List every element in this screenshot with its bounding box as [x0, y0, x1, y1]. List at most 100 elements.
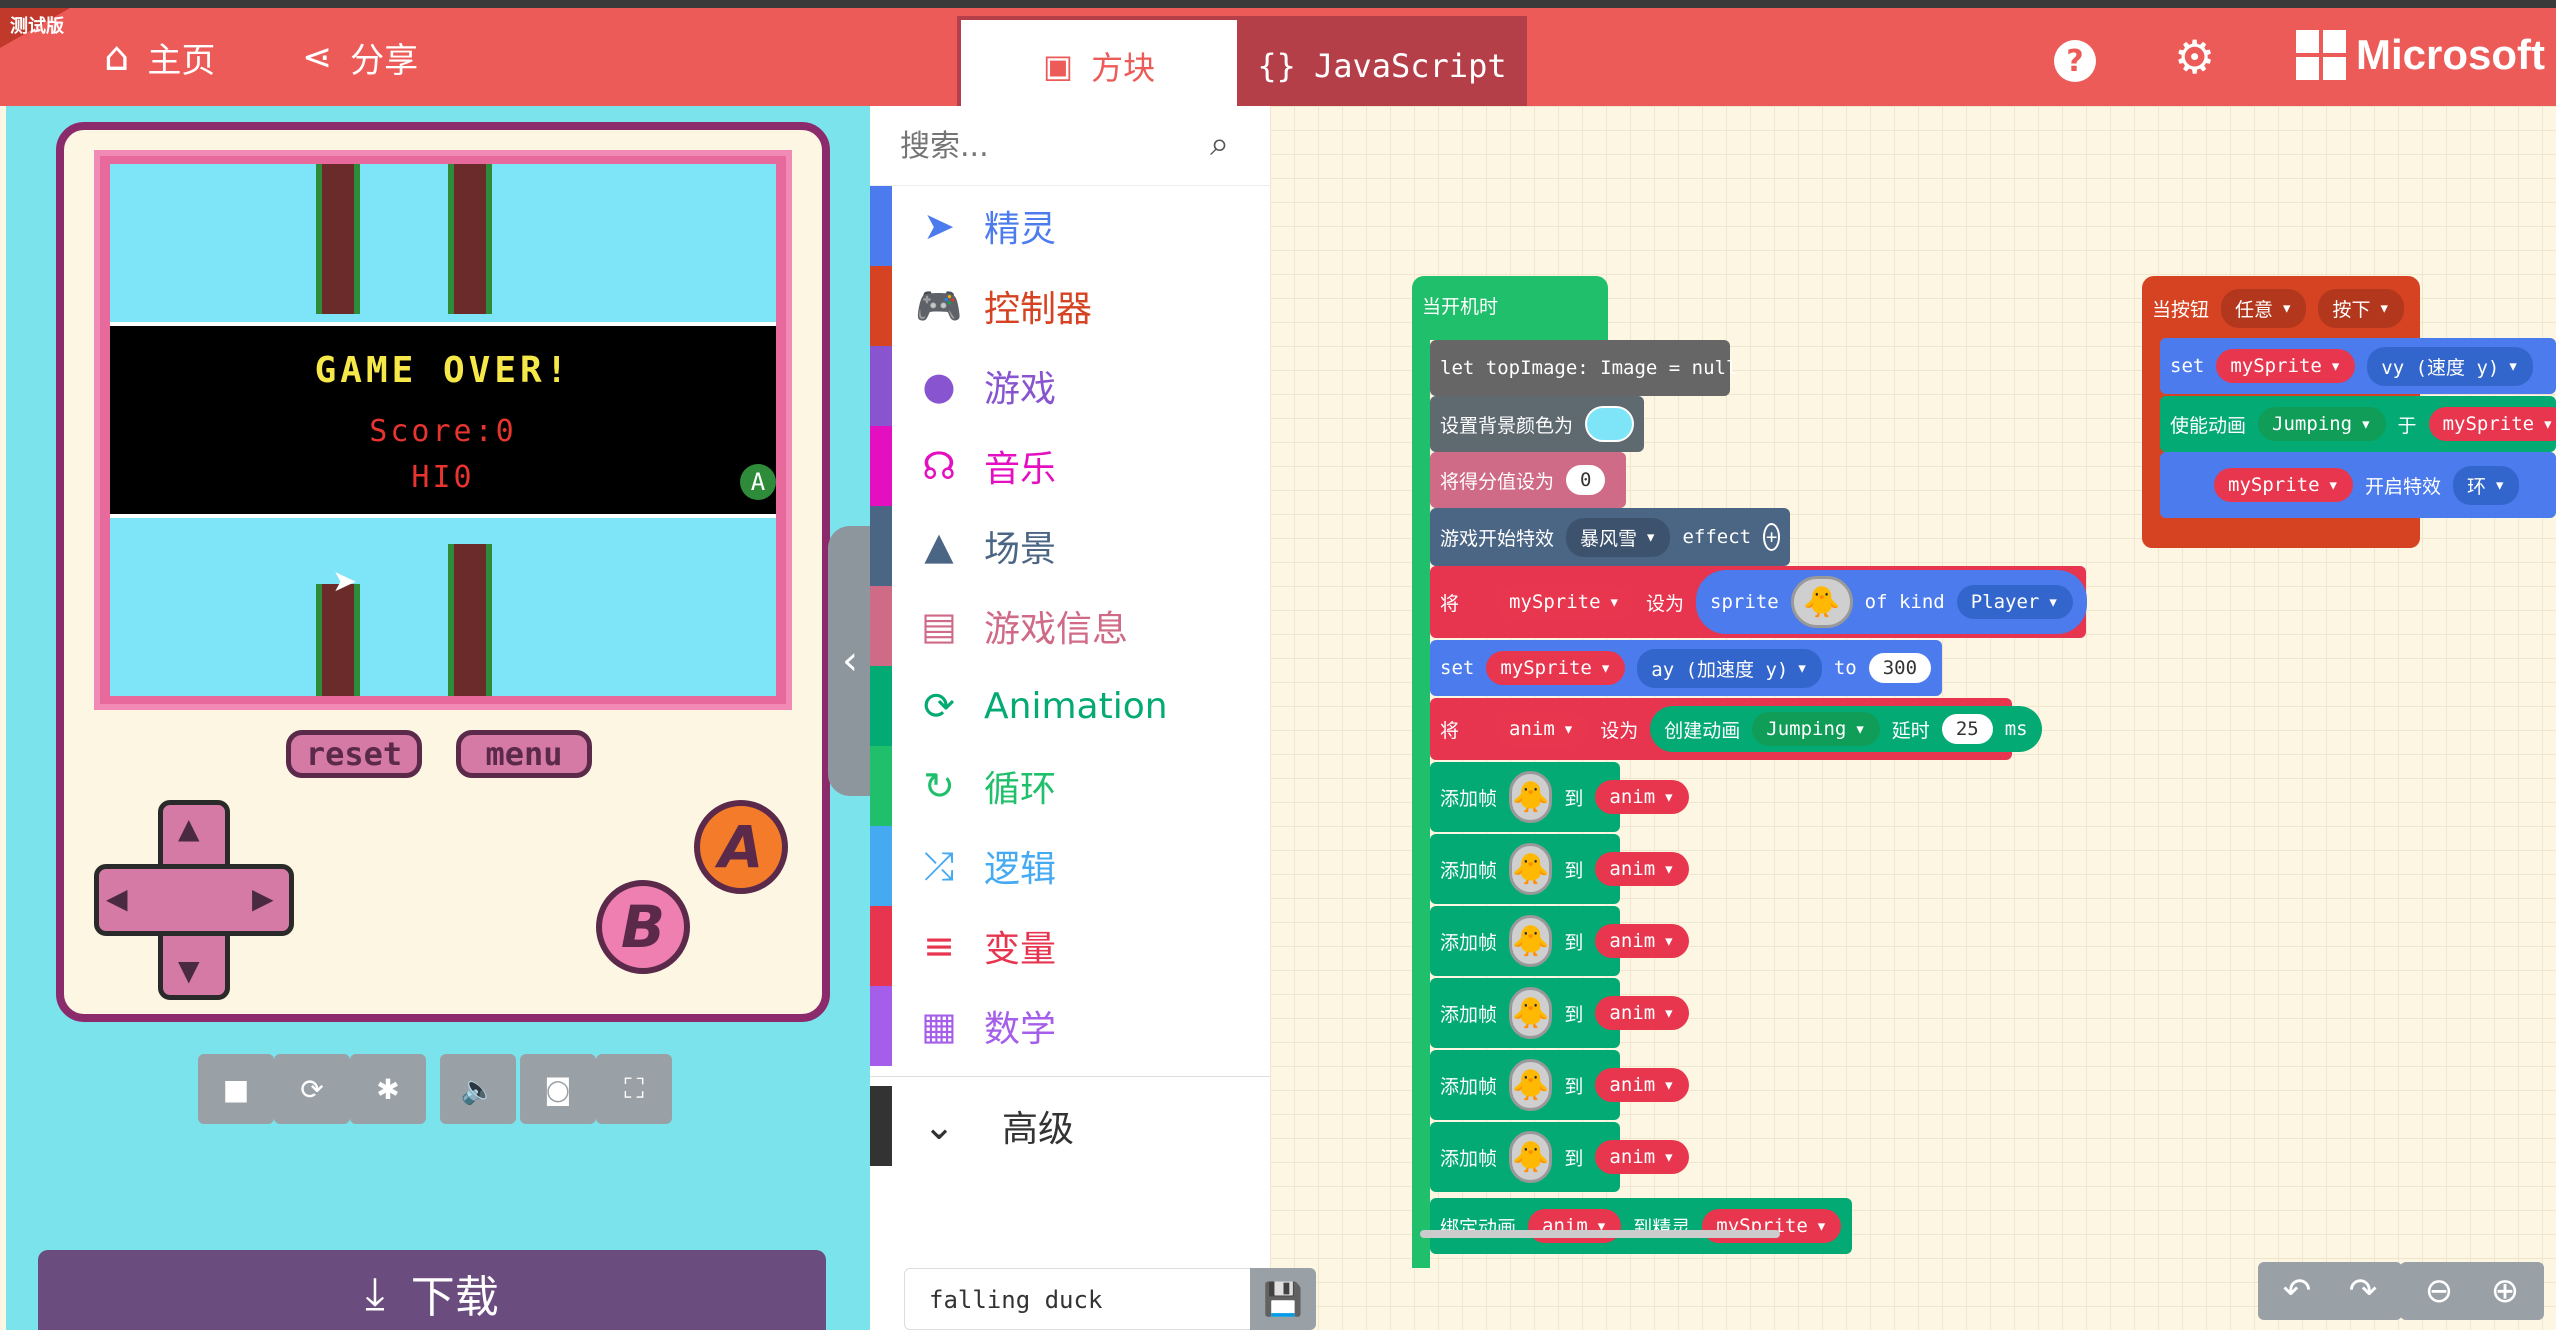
duck-frame-image-icon[interactable]: 🐥: [1509, 843, 1553, 895]
add-frame-block[interactable]: 添加帧 🐥 到 anim ▾: [1430, 906, 1689, 976]
anim-variable-dropdown[interactable]: anim ▾: [1495, 712, 1589, 746]
blocks-workspace[interactable]: 当开机时 let topImage: Image = null 设置背景颜色为 …: [904, 106, 2556, 1330]
b-button[interactable]: B: [596, 880, 690, 974]
zoom-in-button[interactable]: ⊕: [2466, 1262, 2544, 1320]
score-value-input[interactable]: 0: [1566, 465, 1606, 495]
start-effect-block[interactable]: 游戏开始特效 暴风雪 ▾ effect +: [1430, 508, 1790, 566]
property-dropdown[interactable]: ay (加速度 y) ▾: [1637, 648, 1822, 688]
sprite-variable-dropdown-5[interactable]: mySprite ▾: [2214, 468, 2353, 502]
sprite-variable-dropdown[interactable]: mySprite ▾: [1495, 585, 1634, 619]
on-start-block[interactable]: 当开机时: [1412, 276, 1608, 340]
vy-property-dropdown[interactable]: vy (速度 y) ▾: [2367, 346, 2533, 386]
tab-blocks[interactable]: ▣ 方块: [961, 20, 1237, 112]
let-topimage-block[interactable]: let topImage: Image = null: [1430, 340, 1737, 396]
project-name-input[interactable]: [929, 1281, 1259, 1319]
run-animation-block[interactable]: 使能动画 Jumping ▾ 于 mySprite ▾: [2160, 396, 2556, 452]
category-item[interactable]: ● 游戏: [870, 346, 1270, 426]
duck-frame-image-icon[interactable]: 🐥: [1509, 771, 1553, 823]
ay-value-input[interactable]: 300: [1868, 653, 1932, 683]
category-item[interactable]: ▲ 场景: [870, 506, 1270, 586]
add-frame-block[interactable]: 添加帧 🐥 到 anim ▾: [1430, 978, 1689, 1048]
category-item[interactable]: ➤ 精灵: [870, 186, 1270, 266]
dpad-left-icon[interactable]: ◀: [106, 882, 128, 915]
duck-frame-image-icon[interactable]: 🐥: [1509, 987, 1553, 1039]
add-circle-icon[interactable]: +: [1763, 523, 1780, 551]
effect-type-dropdown[interactable]: 环 ▾: [2452, 465, 2520, 505]
anim-variable-dropdown-frame[interactable]: anim ▾: [1595, 996, 1689, 1030]
sprite-variable-dropdown-4[interactable]: mySprite ▾: [2428, 407, 2556, 441]
dpad[interactable]: ▲ ▼ ◀ ▶: [94, 800, 294, 1000]
category-item[interactable]: ≡ 变量: [870, 906, 1270, 986]
search-box[interactable]: ⌕: [870, 106, 1270, 186]
search-icon[interactable]: ⌕: [1210, 124, 1229, 164]
search-input[interactable]: [900, 126, 1180, 166]
save-button[interactable]: 💾: [1250, 1268, 1316, 1330]
sound-button[interactable]: 🔈: [440, 1054, 516, 1124]
add-frame-block[interactable]: 添加帧 🐥 到 anim ▾: [1430, 1122, 1689, 1192]
sprite-variable-dropdown-2[interactable]: mySprite ▾: [1486, 651, 1626, 685]
microsoft-logo[interactable]: Microsoft: [2296, 30, 2545, 80]
duck-frame-image-icon[interactable]: 🐥: [1509, 1059, 1553, 1111]
category-item[interactable]: ▤ 游戏信息: [870, 586, 1270, 666]
background-color-swatch[interactable]: [1585, 406, 1634, 442]
gear-icon[interactable]: ⚙: [2174, 30, 2215, 84]
duck-frame-image-icon[interactable]: 🐥: [1509, 1131, 1553, 1183]
download-button[interactable]: ⤓ 下载: [38, 1250, 826, 1330]
create-animation-block[interactable]: 将 anim ▾ 设为 创建动画 Jumping ▾ 延时 25 ms: [1430, 698, 2042, 760]
on-button-pressed-block[interactable]: 当按钮 任意 ▾ 按下 ▾: [2142, 276, 2420, 340]
screenshot-button[interactable]: ◙: [520, 1054, 596, 1124]
category-item[interactable]: ⤮ 逻辑: [870, 826, 1270, 906]
effect-dropdown[interactable]: 暴风雪 ▾: [1566, 517, 1671, 557]
sprite-variable-dropdown-3[interactable]: mySprite ▾: [2216, 349, 2356, 383]
animation-type-dropdown[interactable]: Jumping ▾: [1752, 712, 1880, 746]
set-vy-block[interactable]: set mySprite ▾ vy (速度 y) ▾: [2160, 338, 2556, 394]
anim-variable-dropdown-frame[interactable]: anim ▾: [1595, 1068, 1689, 1102]
debug-button[interactable]: ✱: [350, 1054, 426, 1124]
fullscreen-button[interactable]: ⛶: [596, 1054, 672, 1124]
category-item[interactable]: ▦ 数学: [870, 986, 1270, 1066]
restart-button[interactable]: ⟳: [274, 1054, 350, 1124]
add-frame-block[interactable]: 添加帧 🐥 到 anim ▾: [1430, 762, 1689, 832]
duck-frame-image-icon[interactable]: 🐥: [1509, 915, 1553, 967]
start-effect-sprite-block[interactable]: mySprite ▾ 开启特效 环 ▾: [2160, 452, 2556, 518]
sprite-of-kind-block[interactable]: sprite 🐥 of kind Player ▾: [1696, 570, 2087, 634]
horizontal-scrollbar[interactable]: [1420, 1230, 1780, 1238]
help-icon[interactable]: ?: [2054, 40, 2096, 82]
set-score-block[interactable]: 将得分值设为 0: [1430, 452, 1626, 508]
category-item[interactable]: ⟳ Animation: [870, 666, 1270, 746]
duck-image-icon[interactable]: 🐥: [1790, 576, 1853, 628]
reset-button[interactable]: reset: [286, 730, 422, 778]
a-button[interactable]: A: [694, 800, 788, 894]
category-item[interactable]: ☊ 音乐: [870, 426, 1270, 506]
dpad-down-icon[interactable]: ▼: [178, 954, 200, 987]
dpad-up-icon[interactable]: ▲: [178, 812, 200, 845]
run-animation-type-dropdown[interactable]: Jumping ▾: [2258, 407, 2386, 441]
delay-value-input[interactable]: 25: [1941, 714, 1993, 744]
game-screen[interactable]: GAME OVER! Score:0 HI0 A ➤: [94, 150, 792, 710]
set-ay-block[interactable]: set mySprite ▾ ay (加速度 y) ▾ to 300: [1430, 640, 1942, 696]
create-animation-inner[interactable]: 创建动画 Jumping ▾ 延时 25 ms: [1650, 706, 2042, 752]
share-button[interactable]: ⋖ 分享: [302, 8, 418, 106]
tab-javascript[interactable]: {} JavaScript: [1241, 20, 1523, 112]
category-advanced[interactable]: ⌄ 高级: [870, 1086, 1270, 1166]
add-frame-block[interactable]: 添加帧 🐥 到 anim ▾: [1430, 1050, 1689, 1120]
set-background-block[interactable]: 设置背景颜色为: [1430, 396, 1644, 452]
anim-variable-dropdown-frame[interactable]: anim ▾: [1595, 780, 1689, 814]
anim-variable-dropdown-frame[interactable]: anim ▾: [1595, 924, 1689, 958]
menu-button[interactable]: menu: [456, 730, 592, 778]
collapse-simulator-button[interactable]: ‹: [828, 526, 872, 796]
button-dropdown[interactable]: 任意 ▾: [2221, 288, 2307, 328]
dpad-right-icon[interactable]: ▶: [252, 882, 274, 915]
anim-variable-dropdown-frame[interactable]: anim ▾: [1595, 1140, 1689, 1174]
category-item[interactable]: 🎮 控制器: [870, 266, 1270, 346]
add-frame-block[interactable]: 添加帧 🐥 到 anim ▾: [1430, 834, 1689, 904]
event-dropdown[interactable]: 按下 ▾: [2318, 288, 2404, 328]
anim-variable-dropdown-frame[interactable]: anim ▾: [1595, 852, 1689, 886]
set-sprite-block[interactable]: 将 mySprite ▾ 设为 sprite 🐥 of kind Player ▾: [1430, 566, 2087, 638]
category-item[interactable]: ↻ 循环: [870, 746, 1270, 826]
attach-animation-block[interactable]: 绑定动画 anim ▾ 到精灵 mySprite ▾: [1430, 1198, 1852, 1254]
stop-button[interactable]: ■: [198, 1054, 274, 1124]
home-button[interactable]: ⌂ 主页: [104, 8, 215, 106]
redo-button[interactable]: ↷: [2324, 1262, 2402, 1320]
kind-dropdown[interactable]: Player ▾: [1956, 585, 2073, 619]
